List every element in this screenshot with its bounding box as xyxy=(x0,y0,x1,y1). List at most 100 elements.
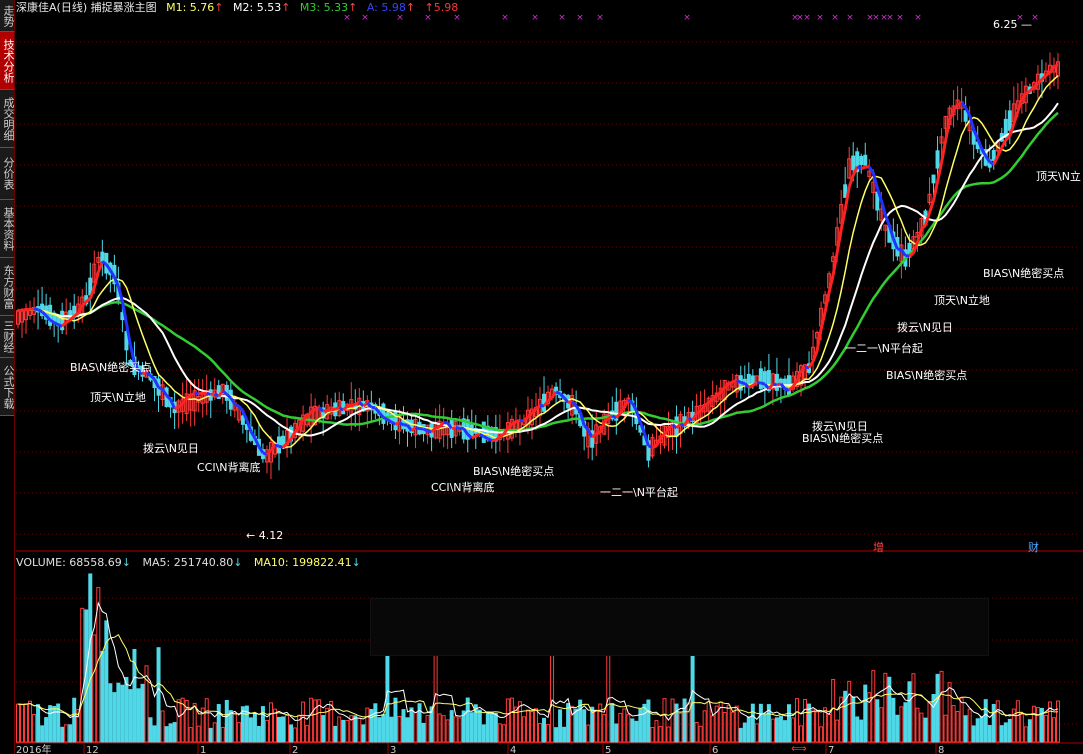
trend-line-segment xyxy=(1032,82,1039,89)
volume-bar xyxy=(943,714,948,743)
volume-bar xyxy=(1003,722,1008,743)
volume-bar xyxy=(927,701,932,743)
volume-bar xyxy=(678,712,683,743)
volume-bar xyxy=(722,712,727,743)
scroll-arrows-icon: ⟺ xyxy=(791,742,807,754)
trend-line-segment xyxy=(1045,71,1051,77)
trend-line-segment xyxy=(760,381,766,386)
volume-bar xyxy=(674,703,679,743)
sidebar-tab-5[interactable]: 东方财富 xyxy=(0,258,14,316)
trend-line-segment xyxy=(96,260,104,273)
trend-line-segment xyxy=(173,405,180,411)
volume-bar xyxy=(778,715,783,743)
volume-bar xyxy=(501,724,506,743)
trend-line-segment xyxy=(728,380,734,386)
trend-line-segment xyxy=(735,378,742,384)
volume-bar xyxy=(485,711,490,743)
sidebar-tab-6[interactable]: 三财经 xyxy=(0,316,14,358)
ma10-value: MA10: 199822.41↓ xyxy=(253,556,361,569)
trend-line-segment xyxy=(819,311,827,330)
volume-bar xyxy=(32,713,37,743)
volume-bar xyxy=(578,699,583,743)
trend-line-segment xyxy=(996,147,1004,158)
volume-bar xyxy=(730,711,735,743)
trend-line-segment xyxy=(234,402,240,408)
volume-bar xyxy=(301,701,306,743)
volume-bar xyxy=(746,716,751,743)
volume-bar xyxy=(738,727,743,743)
volume-bar xyxy=(899,706,904,743)
x-axis-label: 3 xyxy=(390,745,396,754)
volume-bar xyxy=(819,726,824,743)
trend-line-segment xyxy=(37,308,43,314)
volume-bar xyxy=(172,722,177,743)
volume-bar xyxy=(634,720,639,743)
sidebar-tab-0[interactable]: 走势 xyxy=(0,0,14,32)
volume-bar xyxy=(851,696,856,743)
sidebar-tab-3[interactable]: 分价表 xyxy=(0,148,14,200)
volume-bar xyxy=(377,717,382,743)
trend-line-segment xyxy=(550,391,558,399)
trend-line-segment xyxy=(940,140,948,163)
volume-bar xyxy=(582,709,587,743)
volume-bar xyxy=(337,716,342,743)
volume-bar xyxy=(293,727,298,743)
trend-line-segment xyxy=(948,109,955,122)
volume-bar xyxy=(124,676,129,743)
trend-line-segment xyxy=(265,449,273,456)
volume-bar xyxy=(204,698,209,743)
volume-bar xyxy=(702,710,707,743)
volume-bar xyxy=(959,697,964,743)
trend-line-segment xyxy=(269,444,277,452)
x-axis-label: 6 xyxy=(712,745,718,754)
trend-line-segment xyxy=(663,428,670,436)
trend-line-segment xyxy=(868,166,875,174)
sidebar-tab-2[interactable]: 成交明细 xyxy=(0,90,14,148)
volume-bar xyxy=(196,725,201,743)
trend-line-segment xyxy=(555,390,561,396)
volume-bar xyxy=(919,712,924,743)
x-axis-label: 5 xyxy=(605,745,611,754)
trend-line-segment xyxy=(603,417,610,424)
signal-annotation: CCI\N背离底 xyxy=(431,480,495,494)
trend-line-segment xyxy=(479,432,485,438)
high-price-label: 6.25 — xyxy=(993,18,1032,31)
volume-bar xyxy=(967,708,972,743)
trend-line-segment xyxy=(567,400,573,404)
volume-bar xyxy=(140,683,145,743)
volume-bar xyxy=(995,700,1000,743)
sidebar-tab-4[interactable]: 基本资料 xyxy=(0,200,14,258)
volume-bar xyxy=(879,707,884,743)
ma-white-line xyxy=(17,102,1059,437)
volume-bar xyxy=(979,716,984,743)
trend-line-segment xyxy=(390,420,397,426)
trend-line-segment xyxy=(29,307,35,311)
sidebar-tab-7[interactable]: 公式下载 xyxy=(0,358,14,416)
volume-bar xyxy=(281,716,286,743)
volume-bar xyxy=(1043,714,1048,743)
volume-bar xyxy=(770,718,775,743)
volume-bar xyxy=(309,697,314,743)
volume-bar xyxy=(939,670,944,743)
volume-bar xyxy=(136,688,141,743)
volume-bar xyxy=(614,723,619,743)
trend-line-segment xyxy=(371,405,376,410)
trend-line-segment xyxy=(415,426,420,431)
volume-bar xyxy=(457,717,462,743)
x-axis-label: 12 xyxy=(86,745,99,754)
volume-bar xyxy=(799,725,804,743)
trend-line-segment xyxy=(326,408,332,413)
chart-header: 深康佳A(日线) 捕捉暴涨主图 M1: 5.76↑ M2: 5.53↑ M3: … xyxy=(16,0,1083,16)
m1-value: M1: 5.76↑ xyxy=(166,1,224,14)
volume-bar xyxy=(991,703,996,743)
volume-bar xyxy=(393,697,398,743)
volume-bar xyxy=(449,710,454,743)
volume-bar xyxy=(188,727,193,743)
sidebar-tab-1[interactable]: 技术分析 xyxy=(0,32,14,90)
volume-bar xyxy=(951,705,956,743)
x-axis-label: 4 xyxy=(510,745,516,754)
volume-bar xyxy=(373,703,378,743)
volume-bar xyxy=(827,713,832,743)
volume-value: VOLUME: 68558.69↓ xyxy=(16,556,131,569)
volume-bar xyxy=(698,725,703,743)
